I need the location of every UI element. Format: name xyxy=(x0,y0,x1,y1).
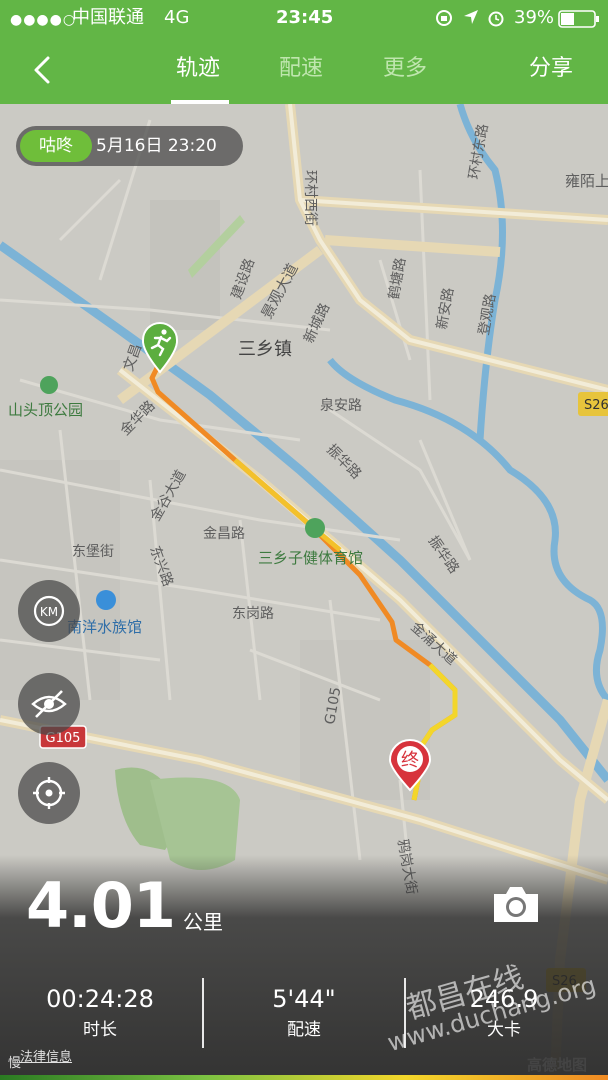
camera-icon xyxy=(494,887,538,922)
network-type: 4G xyxy=(164,7,190,28)
tab-track[interactable]: 轨迹 xyxy=(176,54,220,84)
back-button[interactable] xyxy=(22,50,62,90)
nav-bar: 轨迹 配速 更多 分享 xyxy=(0,36,608,104)
divider xyxy=(202,978,204,1048)
speed-legend-bar xyxy=(0,1075,608,1080)
crosshair-icon xyxy=(33,777,65,809)
carrier: 中国联通 xyxy=(72,7,144,28)
clock: 23:45 xyxy=(276,7,334,28)
locate-button[interactable] xyxy=(18,762,80,824)
duration-value: 00:24:28 xyxy=(46,985,154,1013)
map-label: 东堡街 xyxy=(72,544,114,560)
km-label: KM xyxy=(40,605,58,619)
distance-unit: 公里 xyxy=(183,910,223,934)
map-label: 三乡子健体育馆 xyxy=(258,549,363,567)
map-label: 泉安路 xyxy=(320,397,362,414)
tab-more[interactable]: 更多 xyxy=(383,54,427,84)
camera-button[interactable] xyxy=(490,882,542,926)
km-icon: KM xyxy=(33,595,65,627)
map-label: 金昌路 xyxy=(203,526,245,542)
back-arrow-icon xyxy=(34,56,50,84)
km-markers-button[interactable]: KM xyxy=(18,580,80,642)
eye-off-icon xyxy=(31,690,67,718)
distance-value: 4.01 xyxy=(26,869,176,942)
pace-label: 配速 xyxy=(287,1020,321,1040)
share-button[interactable]: 分享 xyxy=(529,54,573,84)
signal-strength: ●●●●○ xyxy=(10,12,77,28)
map-label: 三乡镇 xyxy=(238,339,292,360)
alarm-icon xyxy=(486,8,506,33)
duration-label: 时长 xyxy=(83,1020,117,1040)
user-name: 咕咚 xyxy=(20,130,92,162)
pace-value: 5'44" xyxy=(272,985,336,1013)
battery-icon xyxy=(558,10,600,33)
screen: 环村西街 环村东路 雍陌上 建设路 景观大道 三乡镇 新城路 鹤塘路 新安路 登… xyxy=(0,0,608,1080)
user-chip[interactable]: 咕咚 5月16日 23:20 xyxy=(16,126,243,166)
legal-info-link[interactable]: 法律信息 xyxy=(20,1046,72,1065)
record-datetime: 5月16日 23:20 xyxy=(96,136,217,156)
map-provider-logo: 高德地图 xyxy=(527,1056,588,1074)
highway-shield-s26: S26 xyxy=(578,392,608,416)
tab-underline xyxy=(171,100,229,104)
map-label: 东岗路 xyxy=(232,606,274,622)
map-label: 雍陌上 xyxy=(565,172,608,190)
svg-text:S26: S26 xyxy=(584,398,608,413)
map-label: 山头顶公园 xyxy=(8,401,83,419)
battery-percent: 39% xyxy=(514,7,555,28)
rotation-lock-icon xyxy=(434,8,454,33)
map-label: 环村西街 xyxy=(302,170,318,226)
end-marker-label: 终 xyxy=(401,750,419,771)
location-arrow-icon xyxy=(462,8,480,31)
hide-route-button[interactable] xyxy=(18,673,80,735)
status-bar: ●●●●○ 中国联通 4G 23:45 39% xyxy=(0,0,608,36)
tab-pace[interactable]: 配速 xyxy=(279,54,323,84)
